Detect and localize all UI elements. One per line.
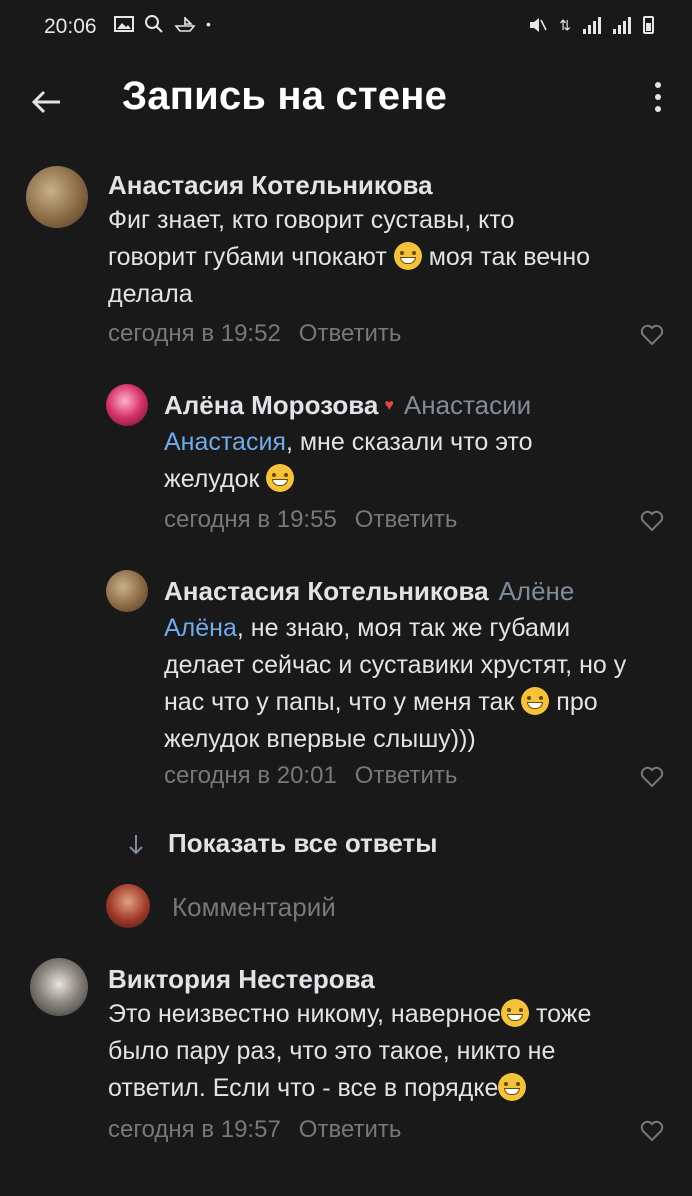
rofl-emoji-icon xyxy=(501,999,530,1027)
arrow-down-icon xyxy=(129,834,143,854)
comment-input-row xyxy=(106,882,666,930)
notification-dot-icon: • xyxy=(206,16,211,32)
grin-emoji-icon xyxy=(498,1073,527,1101)
comment-reply: Анастасия Котельникова Алёне Алёна, не зн… xyxy=(0,566,692,806)
comment-author[interactable]: Анастасия Котельникова xyxy=(108,170,433,201)
header: Запись на стене xyxy=(0,60,692,140)
comment-author[interactable]: Анастасия Котельникова xyxy=(164,576,489,606)
data-arrows-icon: ⇅ xyxy=(559,16,571,33)
mute-icon xyxy=(530,18,547,32)
comment-meta: сегодня в 19:55 Ответить xyxy=(164,506,457,534)
show-all-replies-button[interactable]: Показать все ответы xyxy=(116,828,437,859)
status-bar: 20:06 • ⇅ xyxy=(0,0,692,56)
status-time: 20:06 xyxy=(44,15,97,38)
comment-text: Фиг знает, кто говорит суставы, кто гово… xyxy=(108,206,591,308)
reply-button[interactable]: Ответить xyxy=(299,320,402,347)
reply-button[interactable]: Ответить xyxy=(355,506,458,533)
grin-emoji-icon xyxy=(393,242,422,270)
avatar[interactable] xyxy=(26,166,88,228)
battery-icon xyxy=(643,16,654,34)
boat-icon xyxy=(174,17,196,32)
reply-button[interactable]: Ответить xyxy=(299,1116,402,1143)
comment-author[interactable]: Алёна Морозова xyxy=(164,390,378,420)
comment-time: сегодня в 20:01 xyxy=(164,762,337,789)
reply-to[interactable]: Анастасии xyxy=(404,390,531,420)
search-icon xyxy=(145,15,163,33)
comment-author-line: Алёна Морозова ♥ Анастасии xyxy=(164,390,531,421)
mention-link[interactable]: Алёна xyxy=(164,614,237,642)
more-options-icon[interactable] xyxy=(654,82,662,118)
comment-time: сегодня в 19:52 xyxy=(108,320,281,347)
signal-icon xyxy=(583,16,601,34)
show-all-replies-label: Показать все ответы xyxy=(168,828,438,858)
comment-time: сегодня в 19:57 xyxy=(108,1116,281,1143)
comment-time: сегодня в 19:55 xyxy=(164,506,337,533)
mention-link[interactable]: Анастасия xyxy=(164,428,286,456)
comment-text: Это неизвестно никому, наверное тоже был… xyxy=(108,999,592,1102)
like-heart-icon[interactable] xyxy=(640,766,664,788)
reply-to[interactable]: Алёне xyxy=(499,576,575,606)
grin-emoji-icon xyxy=(521,687,550,715)
comment-author-line: Анастасия Котельникова Алёне xyxy=(164,576,574,607)
back-arrow-icon[interactable] xyxy=(28,84,64,120)
gallery-icon xyxy=(114,16,134,32)
reply-button[interactable]: Ответить xyxy=(355,762,458,789)
heart-badge-icon: ♥ xyxy=(384,397,394,414)
grin-emoji-icon xyxy=(266,464,295,492)
comment: Виктория Нестерова Это неизвестно никому… xyxy=(0,950,692,1150)
like-heart-icon[interactable] xyxy=(640,510,664,532)
comment: Анастасия Котельникова Фиг знает, кто го… xyxy=(0,160,692,350)
avatar[interactable] xyxy=(106,570,148,612)
like-heart-icon[interactable] xyxy=(640,1120,664,1142)
comment-meta: сегодня в 19:52 Ответить xyxy=(108,320,401,348)
comment-text: Алёна, не знаю, моя так же губами делает… xyxy=(164,614,627,753)
user-avatar xyxy=(106,884,150,928)
comment-input[interactable] xyxy=(170,888,644,926)
avatar[interactable] xyxy=(106,384,148,426)
page-title: Запись на стене xyxy=(122,74,448,118)
comment-meta: сегодня в 20:01 Ответить xyxy=(164,762,457,790)
comment-meta: сегодня в 19:57 Ответить xyxy=(108,1116,401,1144)
comment-author[interactable]: Виктория Нестерова xyxy=(108,964,375,995)
comment-reply: Алёна Морозова ♥ Анастасии Анастасия, мне … xyxy=(0,380,692,540)
avatar[interactable] xyxy=(30,958,88,1016)
comment-text: Анастасия, мне сказали что это желудок xyxy=(164,428,533,493)
signal-icon-2 xyxy=(613,16,631,34)
like-heart-icon[interactable] xyxy=(640,324,664,346)
